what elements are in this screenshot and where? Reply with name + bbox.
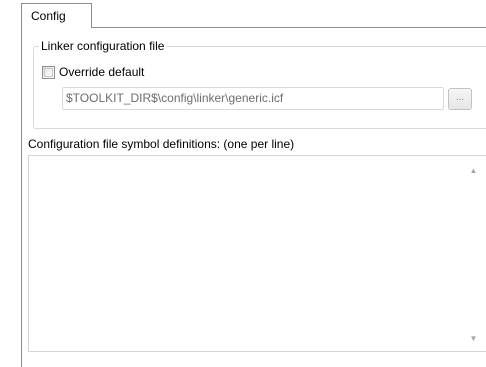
tab-config-label: Config bbox=[31, 9, 66, 23]
tab-strip: Config bbox=[0, 0, 486, 28]
override-default-checkbox[interactable]: Override default bbox=[42, 64, 144, 80]
scroll-down-icon[interactable]: ▼ bbox=[465, 330, 482, 347]
scroll-up-icon[interactable]: ▲ bbox=[465, 162, 482, 179]
symbol-definitions-textarea[interactable] bbox=[28, 155, 486, 352]
browse-button[interactable]: ... bbox=[448, 88, 472, 110]
definitions-scrollbar[interactable]: ▲ ▼ bbox=[465, 156, 482, 351]
symbol-definitions-label: Configuration file symbol definitions: (… bbox=[28, 137, 295, 151]
checkbox-box[interactable] bbox=[42, 65, 55, 79]
override-default-label: Override default bbox=[59, 65, 145, 79]
linker-config-group-title: Linker configuration file bbox=[39, 39, 167, 53]
tab-config[interactable]: Config bbox=[21, 3, 92, 28]
config-file-path-field[interactable]: $TOOLKIT_DIR$\config\linker\generic.icf bbox=[62, 87, 444, 110]
